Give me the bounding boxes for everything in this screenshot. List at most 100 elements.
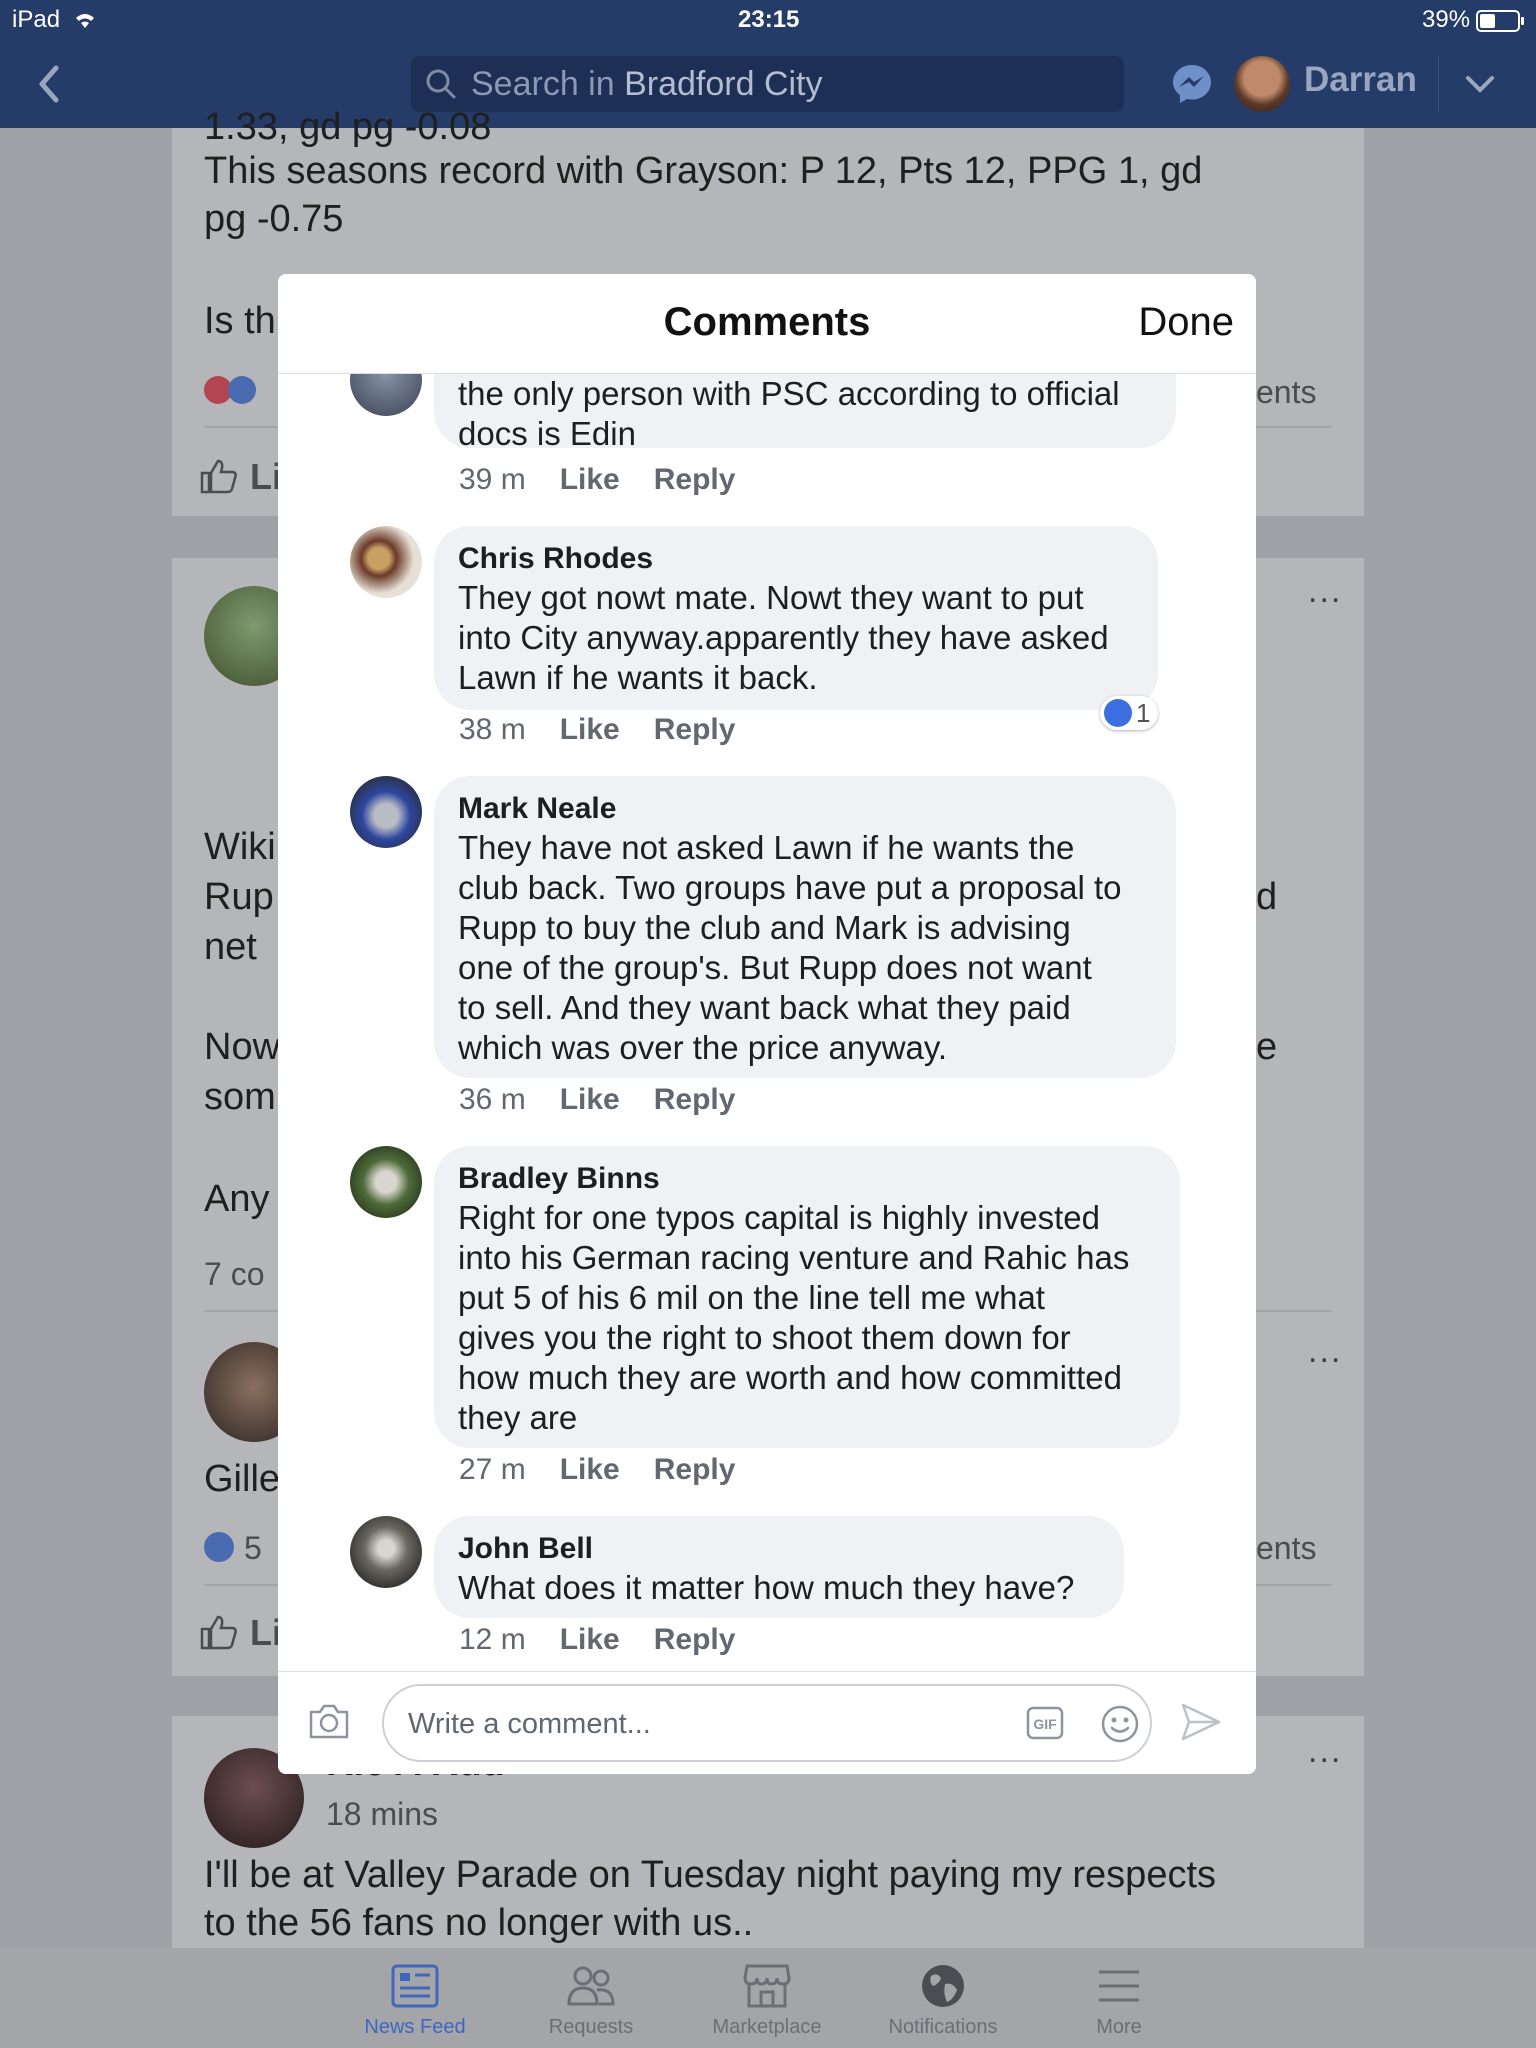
comment-input[interactable]	[406, 1700, 990, 1748]
comment-meta: 27 m Like Reply	[459, 1453, 735, 1487]
send-icon[interactable]	[1180, 1702, 1222, 1742]
like-reaction-icon	[1104, 699, 1132, 728]
commenter-avatar[interactable]	[350, 374, 422, 416]
post-text-line: Is th	[204, 300, 276, 342]
comment-like-button[interactable]: Like	[560, 1083, 620, 1116]
comment-bubble: Mark Neale They have not asked Lawn if h…	[434, 776, 1176, 1078]
tab-requests[interactable]: Requests	[506, 1962, 676, 2039]
comment-text-line: the only person with PSC according to of…	[458, 375, 1120, 412]
post-text-fragment: e	[1256, 1026, 1278, 1068]
reaction-count: 5	[244, 1530, 262, 1566]
commenter-name[interactable]: Chris Rhodes	[458, 540, 1134, 578]
comment-text-line: They have not asked Lawn if he wants the	[458, 829, 1075, 866]
comment-count: ents	[1256, 374, 1317, 410]
group-search-input[interactable]: Search in Bradford City	[411, 56, 1124, 112]
comment-text-line: club back. Two groups have put a proposa…	[458, 869, 1122, 906]
comment-meta: 38 m Like Reply	[459, 713, 735, 747]
comment-bubble: John Bell What does it matter how much t…	[434, 1516, 1124, 1618]
tab-news-feed[interactable]: News Feed	[330, 1962, 500, 2039]
reaction-badge[interactable]: 1	[1100, 696, 1159, 730]
commenter-avatar[interactable]	[350, 776, 422, 848]
modal-title: Comments	[663, 300, 871, 344]
comment-text-line: Right for one typos capital is highly in…	[458, 1199, 1101, 1236]
post-text-line: net	[204, 926, 257, 968]
like-thumb-icon[interactable]	[200, 458, 238, 494]
commenter-name[interactable]: Bradley Binns	[458, 1160, 1156, 1198]
post-text-line: som	[204, 1076, 276, 1118]
svg-text:GIF: GIF	[1033, 1716, 1057, 1732]
comment-composer: GIF	[278, 1671, 1256, 1774]
gif-icon[interactable]: GIF	[1026, 1706, 1064, 1740]
comment-text-line: Rupp to buy the club and Mark is advisin…	[458, 909, 1071, 946]
comment-text-line: one of the group's. But Rupp does not wa…	[458, 949, 1092, 986]
comment-time: 12 m	[459, 1623, 526, 1656]
post-options-icon[interactable]: ...	[1308, 572, 1342, 611]
search-placeholder: Search in Bradford City	[471, 56, 823, 112]
search-icon	[426, 69, 456, 99]
commenter-avatar[interactable]	[350, 1516, 422, 1588]
comment-input-wrapper: GIF	[382, 1684, 1152, 1762]
modal-header: Comments Done	[278, 274, 1256, 374]
messenger-icon[interactable]	[1170, 62, 1214, 106]
back-arrow-icon[interactable]	[30, 62, 70, 106]
comment-reply-button[interactable]: Reply	[654, 463, 736, 496]
tab-notifications[interactable]: Notifications	[858, 1962, 1028, 2039]
commenter-name[interactable]: John Bell	[458, 1530, 1100, 1568]
post-text-line: pg -0.75	[204, 198, 344, 240]
comment-text-line: which was over the price anyway.	[458, 1029, 948, 1066]
notifications-icon	[922, 1965, 964, 2007]
comment-text-line: to sell. And they want back what they pa…	[458, 989, 1071, 1026]
status-bar: iPad 23:15 39%	[0, 0, 1536, 40]
post-options-icon[interactable]: ...	[1308, 1732, 1342, 1771]
comment-text-line: docs is Edin	[458, 415, 636, 452]
commenter-name[interactable]: Mark Neale	[458, 790, 1152, 828]
comment-like-button[interactable]: Like	[560, 1453, 620, 1486]
wifi-icon	[76, 14, 94, 28]
comment-like-button[interactable]: Like	[560, 713, 620, 746]
comment-time: 38 m	[459, 713, 526, 746]
more-menu-icon	[1099, 1970, 1139, 2002]
comment-reply-button[interactable]: Reply	[654, 1453, 736, 1486]
tab-label: Notifications	[888, 2016, 998, 2038]
comment-like-button[interactable]: Like	[560, 463, 620, 496]
comment-meta: 36 m Like Reply	[459, 1083, 735, 1117]
post-text-line: 1.33, gd pg -0.08	[204, 106, 492, 148]
comment-text-line: They got nowt mate. Nowt they want to pu…	[458, 579, 1084, 616]
comment-time: 39 m	[459, 463, 526, 496]
post-options-icon[interactable]: ...	[1308, 1332, 1342, 1371]
camera-icon[interactable]	[308, 1702, 350, 1740]
comment-bubble: Bradley Binns Right for one typos capita…	[434, 1146, 1180, 1448]
comment-reply-button[interactable]: Reply	[654, 713, 736, 746]
comment-text-line: how much they are worth and how committe…	[458, 1359, 1122, 1396]
comment-reply-button[interactable]: Reply	[654, 1083, 736, 1116]
post-text-fragment: d	[1256, 876, 1278, 918]
marketplace-icon	[743, 1964, 791, 2008]
user-name[interactable]: Darran	[1304, 60, 1417, 100]
comment-text-line: put 5 of his 6 mil on the line tell me w…	[458, 1279, 1045, 1316]
tab-more[interactable]: More	[1034, 1962, 1204, 2039]
tab-marketplace[interactable]: Marketplace	[682, 1962, 852, 2039]
chevron-down-icon[interactable]	[1464, 72, 1496, 96]
bottom-tab-bar: News Feed Requests Marketplace Notificat…	[0, 1948, 1536, 2048]
search-group-name: Bradford City	[624, 65, 823, 103]
like-thumb-icon[interactable]	[200, 1614, 238, 1650]
comment-bubble: the only person with PSC according to of…	[434, 374, 1176, 452]
battery-icon	[1476, 10, 1524, 32]
tab-label: More	[1096, 2016, 1142, 2038]
commenter-avatar[interactable]	[350, 1146, 422, 1218]
comment-reply-button[interactable]: Reply	[654, 1623, 736, 1656]
commenter-avatar[interactable]	[350, 526, 422, 598]
comments-list[interactable]: the only person with PSC according to of…	[278, 374, 1256, 1671]
nav-divider	[1438, 56, 1439, 112]
post-text-line: Rup	[204, 876, 274, 918]
news-feed-icon	[391, 1964, 439, 2008]
done-button[interactable]: Done	[1138, 300, 1234, 345]
post-text-line: I'll be at Valley Parade on Tuesday nigh…	[204, 1854, 1217, 1896]
comment-time: 27 m	[459, 1453, 526, 1486]
profile-avatar[interactable]	[1234, 56, 1290, 112]
emoji-icon[interactable]	[1100, 1704, 1140, 1744]
comment-meta: 39 m Like Reply	[459, 463, 735, 497]
like-reaction-icon	[204, 1532, 234, 1562]
comment-like-button[interactable]: Like	[560, 1623, 620, 1656]
reaction-count: 1	[1136, 698, 1151, 728]
